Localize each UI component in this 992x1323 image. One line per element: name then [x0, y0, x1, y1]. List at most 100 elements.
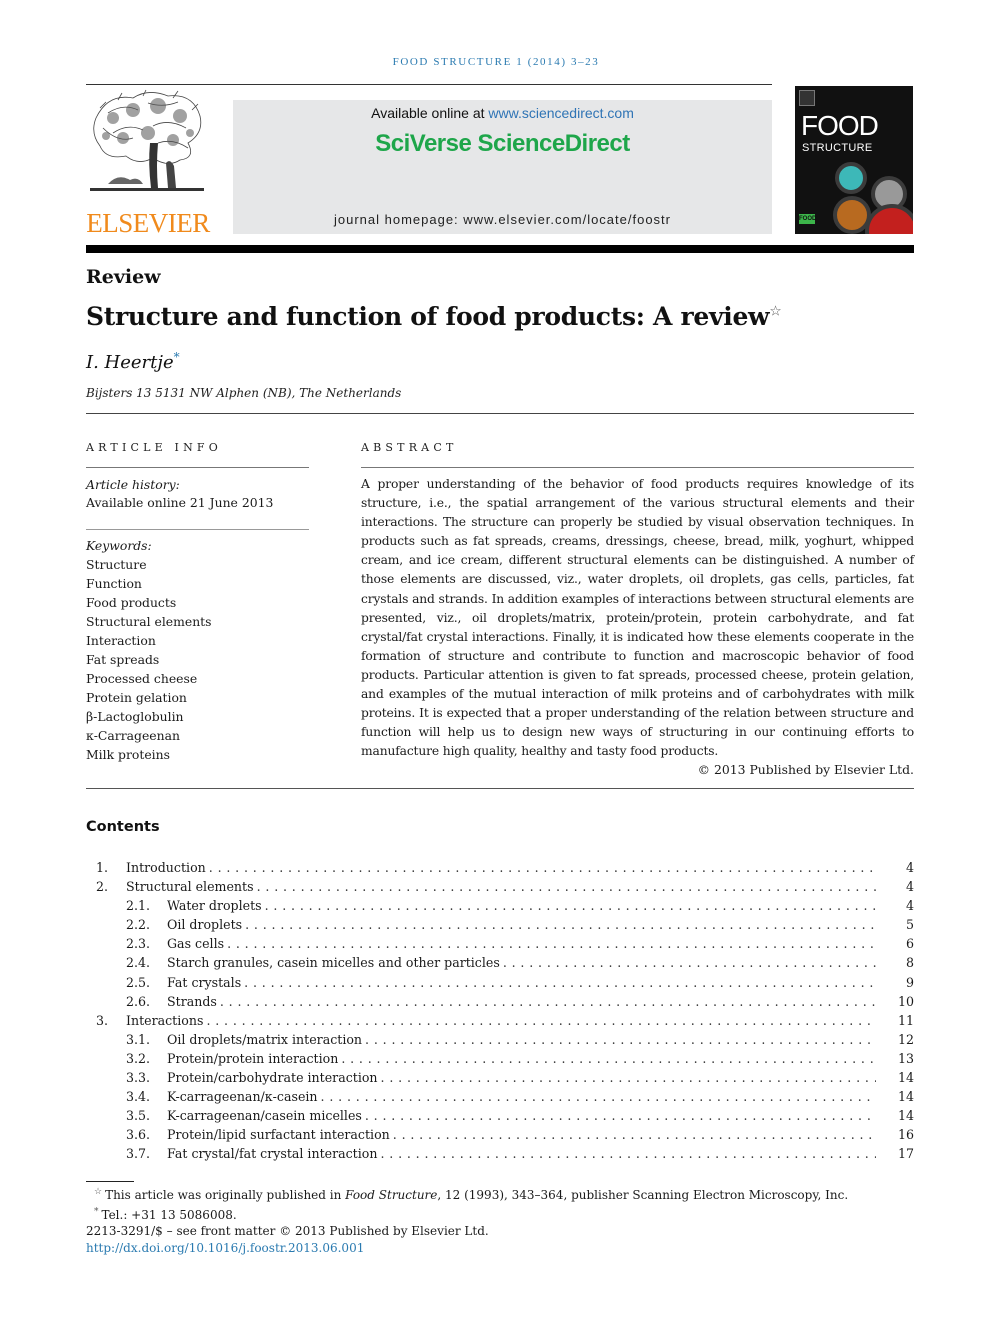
journal-homepage[interactable]: journal homepage: www.elsevier.com/locat…	[233, 212, 772, 227]
toc-title[interactable]: K-carrageenan/casein micelles	[167, 1106, 365, 1126]
toc-page-number: 16	[876, 1125, 914, 1145]
footnote-asterisk: *	[94, 1206, 99, 1217]
toc-entry[interactable]: 2.6. Strands 10	[86, 991, 914, 1011]
toc-entry[interactable]: 2.2. Oil droplets 5	[86, 915, 914, 935]
toc-title[interactable]: Water droplets	[167, 896, 265, 916]
toc-page-number: 9	[876, 972, 914, 992]
toc-line: Protein/lipid surfactant interaction 16	[167, 1125, 914, 1145]
article-title: Structure and function of food products:…	[86, 302, 782, 331]
toc-page-number: 4	[876, 896, 914, 916]
footnote-prefix: This article was originally published in	[105, 1188, 346, 1202]
toc-page-number: 12	[876, 1029, 914, 1049]
toc-line: Gas cells 6	[167, 934, 914, 954]
toc-leader-dots	[265, 896, 876, 915]
toc-title[interactable]: Oil droplets/matrix interaction	[167, 1029, 366, 1049]
author-footnote-mark[interactable]: *	[174, 350, 180, 364]
toc-entry[interactable]: 3.6. Protein/lipid surfactant interaction…	[86, 1125, 914, 1145]
affiliation: Bijsters 13 5131 NW Alphen (NB), The Net…	[86, 386, 402, 400]
toc-page-number: 14	[876, 1106, 914, 1126]
toc-line: Fat crystal/fat crystal interaction 17	[167, 1144, 914, 1164]
toc-leader-dots	[257, 877, 876, 896]
toc-title[interactable]: Starch granules, casein micelles and oth…	[167, 953, 503, 973]
toc-line: Strands 10	[167, 991, 914, 1011]
toc-title[interactable]: Protein/protein interaction	[167, 1048, 342, 1069]
keyword: Food products	[86, 595, 177, 610]
article-title-text: Structure and function of food products:…	[86, 302, 770, 331]
toc-entry[interactable]: 2.3. Gas cells 6	[86, 934, 914, 954]
toc-entry[interactable]: 3.5. K-carrageenan/casein micelles 14	[86, 1106, 914, 1126]
toc-number: 3.5.	[126, 1108, 151, 1124]
cover-food-logo: FOOD	[799, 214, 817, 224]
running-head: FOOD STRUCTURE 1 (2014) 3–23	[392, 56, 600, 68]
toc-page-number: 4	[876, 877, 914, 897]
toc-number: 2.1.	[126, 898, 151, 914]
elsevier-wordmark: ELSEVIER	[86, 208, 210, 238]
toc-line: Interactions 11	[126, 1010, 914, 1030]
toc-title[interactable]: Fat crystals	[167, 972, 245, 992]
toc-number: 2.4.	[126, 955, 151, 971]
toc-leader-dots	[244, 973, 876, 992]
toc-entry[interactable]: 3.4. K-carrageenan/κ-casein 14	[86, 1087, 914, 1107]
toc-number: 2.5.	[126, 974, 151, 990]
toc-title[interactable]: Protein/lipid surfactant interaction	[167, 1125, 393, 1145]
toc-line: K-carrageenan/κ-casein 14	[167, 1087, 914, 1107]
divider	[361, 467, 914, 468]
section-type: Review	[86, 266, 161, 288]
toc-page-number: 17	[876, 1144, 914, 1164]
toc-leader-dots	[209, 858, 876, 877]
title-note-star-icon[interactable]: ☆	[769, 304, 782, 320]
cover-title-structure: STRUCTURE	[802, 142, 873, 154]
toc-entry[interactable]: 2.4. Starch granules, casein micelles and…	[86, 953, 914, 973]
toc-title[interactable]: Protein/carbohydrate interaction	[167, 1068, 381, 1088]
toc-entry[interactable]: 1. Introduction 4	[86, 858, 914, 878]
front-matter: 2213-3291/$ – see front matter © 2013 Pu…	[86, 1224, 489, 1238]
toc-number: 3.1.	[126, 1031, 151, 1047]
keyword: Fat spreads	[86, 652, 160, 667]
footnote-suffix: , 12 (1993), 343–364, publisher Scanning…	[437, 1188, 849, 1202]
keyword: Function	[86, 576, 142, 591]
toc-leader-dots	[365, 1106, 876, 1125]
toc-entry[interactable]: 2. Structural elements 4	[86, 877, 914, 897]
toc-leader-dots	[380, 1144, 876, 1163]
toc-page-number: 5	[876, 915, 914, 935]
elsevier-tree-icon	[90, 89, 204, 191]
toc-title[interactable]: Interactions	[126, 1010, 207, 1030]
toc-entry[interactable]: 3. Interactions 11	[86, 1010, 914, 1030]
toc-number: 3.3.	[126, 1070, 151, 1086]
cover-image-red	[865, 204, 913, 234]
abstract-text: A proper understanding of the behavior o…	[361, 477, 914, 759]
available-online-line: Available online at www.sciencedirect.co…	[233, 105, 772, 121]
toc-title[interactable]: Strands	[167, 991, 220, 1011]
toc-title[interactable]: Gas cells	[167, 934, 228, 954]
toc-leader-dots	[227, 934, 876, 953]
toc-entry[interactable]: 3.1. Oil droplets/matrix interaction 12	[86, 1029, 914, 1049]
toc-title[interactable]: Structural elements	[126, 877, 257, 897]
toc-title[interactable]: Oil droplets	[167, 915, 246, 935]
toc-number: 3.4.	[126, 1089, 151, 1105]
toc-leader-dots	[245, 915, 876, 934]
toc-line: K-carrageenan/casein micelles 14	[167, 1106, 914, 1126]
divider	[86, 467, 309, 468]
toc-entry[interactable]: 2.5. Fat crystals 9	[86, 972, 914, 992]
toc-leader-dots	[341, 1049, 876, 1068]
toc-page-number: 13	[876, 1048, 914, 1069]
journal-cover[interactable]: FOOD STRUCTURE FOOD	[795, 86, 913, 234]
toc-entry[interactable]: 3.7. Fat crystal/fat crystal interaction 1…	[86, 1144, 914, 1164]
toc-title[interactable]: Fat crystal/fat crystal interaction	[167, 1144, 381, 1164]
author-name[interactable]: I. Heertje	[86, 352, 174, 373]
toc-page-number: 11	[876, 1010, 914, 1030]
toc-entry[interactable]: 2.1. Water droplets 4	[86, 896, 914, 916]
toc-title[interactable]: K-carrageenan/κ-casein	[167, 1087, 321, 1107]
toc-leader-dots	[220, 992, 876, 1011]
toc-entry[interactable]: 3.3. Protein/carbohydrate interaction 14	[86, 1068, 914, 1088]
cover-publisher-icon	[799, 90, 815, 106]
toc-leader-dots	[503, 953, 876, 972]
keyword: Milk proteins	[86, 747, 170, 762]
toc-entry[interactable]: 3.2. Protein/protein interaction 13	[86, 1048, 914, 1069]
footnote-title-note: ☆ This article was originally published i…	[86, 1184, 848, 1204]
toc-title[interactable]: Introduction	[126, 858, 209, 878]
sciencedirect-link[interactable]: www.sciencedirect.com	[488, 105, 634, 121]
publisher-logo[interactable]: ELSEVIER	[86, 86, 210, 238]
doi-link[interactable]: http://dx.doi.org/10.1016/j.foostr.2013.…	[86, 1241, 364, 1255]
footnote-journal: Food Structure	[345, 1188, 438, 1202]
